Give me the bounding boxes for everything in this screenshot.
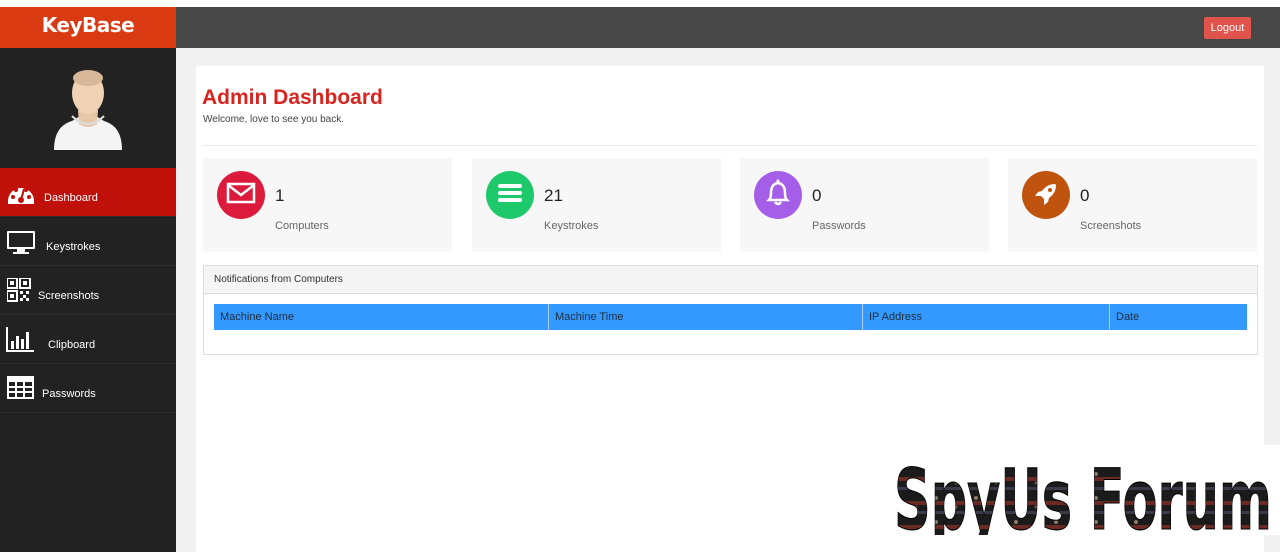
notifications-panel: Notifications from Computers Machine Nam…	[203, 265, 1258, 355]
stat-card-screenshots[interactable]: 0 Screenshots	[1008, 158, 1257, 252]
sidebar-item-label: Passwords	[42, 388, 96, 400]
stat-value: 0	[1080, 186, 1090, 205]
column-header-machine-name[interactable]: Machine Name	[214, 304, 549, 330]
top-navbar: Logout	[176, 7, 1280, 48]
user-avatar	[54, 70, 122, 150]
column-header-ip-address[interactable]: IP Address	[863, 304, 1110, 330]
column-header-machine-time[interactable]: Machine Time	[549, 304, 863, 330]
sidebar-item-clipboard[interactable]: Clipboard	[0, 315, 176, 364]
sidebar-item-label: Screenshots	[38, 290, 100, 302]
column-header-date[interactable]: Date	[1110, 304, 1247, 330]
stat-label: Screenshots	[1080, 220, 1142, 232]
notifications-table-header: Machine Name Machine Time IP Address Dat…	[214, 304, 1247, 330]
watermark-overlay: SpyUs Forum	[888, 445, 1280, 535]
divider	[203, 145, 1257, 146]
qr-code-icon	[7, 278, 31, 302]
stat-label: Computers	[275, 220, 329, 232]
top-strip	[0, 0, 1280, 7]
stat-card-keystrokes[interactable]: 21 Keystrokes	[472, 158, 721, 252]
dashboard-gauge-icon	[8, 188, 34, 204]
table-grid-icon	[7, 376, 34, 399]
bar-chart-icon	[6, 327, 34, 352]
list-lines-icon	[486, 171, 534, 219]
rocket-icon	[1022, 171, 1070, 219]
stat-label: Passwords	[812, 220, 866, 232]
watermark-text: SpyUs Forum	[894, 451, 1272, 535]
stat-card-computers[interactable]: 1 Computers	[203, 158, 452, 252]
sidebar-item-screenshots[interactable]: Screenshots	[0, 266, 176, 315]
sidebar-item-dashboard[interactable]: Dashboard	[0, 168, 176, 217]
stat-label: Keystrokes	[544, 220, 599, 232]
sidebar-item-label: Clipboard	[48, 339, 96, 351]
page-subtitle: Welcome, love to see you back.	[203, 114, 344, 125]
sidebar-item-passwords[interactable]: Passwords	[0, 364, 176, 413]
monitor-icon	[7, 231, 35, 254]
notifications-heading: Notifications from Computers	[204, 266, 1257, 294]
bell-icon	[754, 171, 802, 219]
brand-logo[interactable]: KeyBase	[0, 7, 176, 48]
logout-button[interactable]: Logout	[1204, 17, 1251, 39]
stat-value: 0	[812, 186, 822, 205]
envelope-icon	[217, 171, 265, 219]
sidebar-item-keystrokes[interactable]: Keystrokes	[0, 217, 176, 266]
stat-card-passwords[interactable]: 0 Passwords	[740, 158, 989, 252]
sidebar-item-label: Keystrokes	[46, 241, 101, 253]
stat-value: 21	[544, 186, 563, 205]
page-title: Admin Dashboard	[202, 86, 383, 109]
sidebar-item-label: Dashboard	[44, 192, 98, 204]
sidebar: Dashboard Keystrokes Screenshots Clipboa…	[0, 48, 176, 552]
stat-value: 1	[275, 186, 285, 205]
